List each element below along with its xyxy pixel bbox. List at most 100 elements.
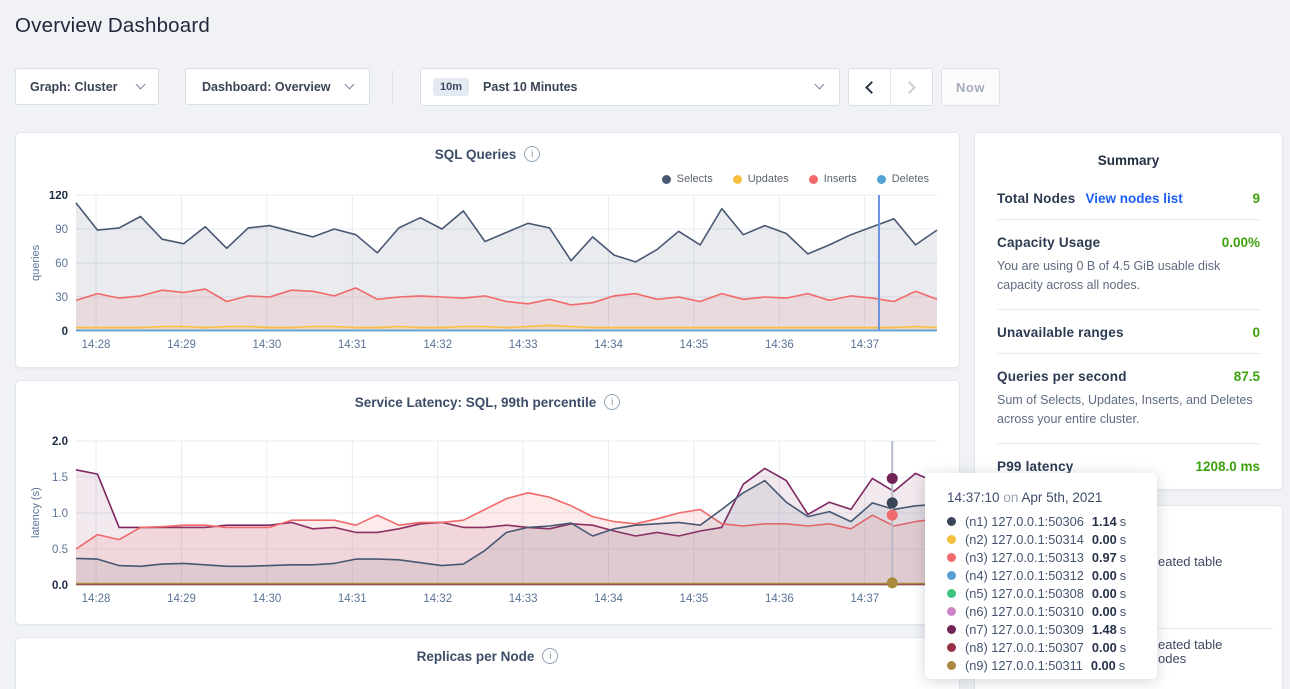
- node-latency-value: 0.00: [1092, 568, 1117, 583]
- service-latency-chart[interactable]: 14:2814:2914:3014:3114:3214:3314:3414:35…: [24, 429, 953, 619]
- node-color-dot: [947, 589, 956, 598]
- node-latency-value: 0.00: [1092, 640, 1117, 655]
- x-tick-label: 14:28: [82, 593, 111, 605]
- summary-row-unavailable-ranges: Unavailable ranges 0: [997, 310, 1260, 354]
- x-tick-label: 14:31: [338, 339, 367, 351]
- x-tick-label: 14:34: [594, 593, 623, 605]
- node-address: (n3) 127.0.0.1:50313: [965, 550, 1084, 565]
- node-latency-value: 0.00: [1092, 604, 1117, 619]
- unavailable-ranges-value: 0: [1252, 325, 1260, 340]
- node-address: (n6) 127.0.0.1:50310: [965, 604, 1084, 619]
- node-color-dot: [947, 661, 956, 670]
- x-tick-label: 14:35: [680, 339, 709, 351]
- info-icon[interactable]: i: [604, 394, 620, 410]
- controls-divider: [392, 70, 393, 103]
- node-color-dot: [947, 535, 956, 544]
- p99-latency-value: 1208.0 ms: [1195, 459, 1260, 474]
- chart-hover-tooltip: 14:37:10 on Apr 5th, 2021 (n1) 127.0.0.1…: [925, 473, 1157, 679]
- info-icon[interactable]: i: [524, 146, 540, 162]
- legend-label: Deletes: [892, 173, 929, 185]
- time-range-label: Past 10 Minutes: [483, 80, 577, 94]
- y-tick-label: 0: [62, 326, 68, 338]
- tooltip-row: (n1) 127.0.0.1:503061.14s: [947, 512, 1137, 530]
- node-address: (n8) 127.0.0.1:50307: [965, 640, 1084, 655]
- event-text-fragment: eated table: [1158, 554, 1222, 569]
- tooltip-time: 14:37:10: [947, 490, 1000, 505]
- graph-selector-label: Graph: Cluster: [30, 80, 118, 94]
- node-latency-value: 0.00: [1091, 658, 1116, 673]
- legend-item-deletes[interactable]: Deletes: [877, 173, 929, 185]
- tooltip-on-word: on: [1003, 490, 1018, 505]
- x-tick-label: 14:36: [765, 339, 794, 351]
- overview-dashboard-page: Overview Dashboard Graph: Cluster Dashbo…: [0, 0, 1290, 689]
- node-latency-value: 0.97: [1092, 550, 1117, 565]
- summary-title: Summary: [975, 153, 1282, 168]
- x-tick-label: 14:32: [423, 339, 452, 351]
- x-tick-label: 14:30: [252, 593, 281, 605]
- node-latency-unit: s: [1120, 514, 1126, 529]
- node-address: (n1) 127.0.0.1:50306: [965, 514, 1084, 529]
- chevron-down-icon: [815, 80, 825, 90]
- summary-row-capacity-usage: Capacity Usage 0.00% You are using 0 B o…: [997, 220, 1260, 310]
- chevron-down-icon: [136, 80, 146, 90]
- time-range-dropdown[interactable]: 10m Past 10 Minutes: [420, 68, 840, 106]
- x-tick-label: 14:33: [509, 339, 538, 351]
- sql-queries-chart-title: SQL Queries: [435, 147, 517, 162]
- node-latency-unit: s: [1120, 550, 1126, 565]
- replicas-chart-title: Replicas per Node: [417, 649, 535, 664]
- dashboard-selector-dropdown[interactable]: Dashboard: Overview: [185, 68, 370, 105]
- node-color-dot: [947, 607, 956, 616]
- chevron-down-icon: [345, 80, 355, 90]
- x-tick-label: 14:33: [509, 593, 538, 605]
- legend-label: Inserts: [824, 173, 857, 185]
- tooltip-row: (n7) 127.0.0.1:503091.48s: [947, 620, 1137, 638]
- y-tick-label: 1.0: [52, 508, 68, 520]
- node-latency-unit: s: [1120, 568, 1126, 583]
- node-color-dot: [947, 517, 956, 526]
- node-address: (n4) 127.0.0.1:50312: [965, 568, 1084, 583]
- legend-dot: [877, 175, 886, 184]
- node-color-dot: [947, 553, 956, 562]
- time-step-back-button[interactable]: [849, 69, 890, 105]
- legend-item-updates[interactable]: Updates: [733, 173, 789, 185]
- x-tick-label: 14:36: [765, 593, 794, 605]
- summary-row-queries-per-second: Queries per second 87.5 Sum of Selects, …: [997, 354, 1260, 444]
- crosshair-dot: [887, 510, 898, 521]
- time-step-buttons: [848, 68, 933, 106]
- crosshair-dot: [887, 473, 898, 484]
- capacity-usage-value: 0.00%: [1222, 235, 1260, 250]
- summary-panel: Summary Total Nodes View nodes list 9 Ca…: [974, 132, 1283, 490]
- graph-selector-dropdown[interactable]: Graph: Cluster: [15, 68, 159, 105]
- replicas-per-node-panel: Replicas per Node i: [15, 637, 960, 689]
- tooltip-row: (n4) 127.0.0.1:50312 0.00s: [947, 566, 1137, 584]
- x-tick-label: 14:28: [82, 339, 111, 351]
- node-latency-unit: s: [1120, 640, 1126, 655]
- total-nodes-label: Total Nodes: [997, 191, 1075, 206]
- x-tick-label: 14:31: [338, 593, 367, 605]
- legend-item-inserts[interactable]: Inserts: [809, 173, 857, 185]
- node-latency-unit: s: [1120, 604, 1126, 619]
- x-tick-label: 14:29: [167, 339, 196, 351]
- legend-item-selects[interactable]: Selects: [662, 173, 713, 185]
- tooltip-date: Apr 5th, 2021: [1021, 490, 1102, 505]
- y-tick-label: 90: [55, 224, 68, 236]
- event-text-fragment: odes: [1158, 651, 1186, 666]
- y-tick-label: 1.5: [52, 472, 68, 484]
- view-nodes-list-link[interactable]: View nodes list: [1085, 191, 1182, 206]
- time-step-forward-button[interactable]: [890, 69, 932, 105]
- queries-per-second-value: 87.5: [1234, 369, 1260, 384]
- capacity-usage-label: Capacity Usage: [997, 235, 1100, 250]
- y-tick-label: 30: [55, 292, 68, 304]
- p99-latency-label: P99 latency: [997, 459, 1074, 474]
- unavailable-ranges-label: Unavailable ranges: [997, 325, 1124, 340]
- node-color-dot: [947, 625, 956, 634]
- tooltip-row: (n6) 127.0.0.1:50310 0.00s: [947, 602, 1137, 620]
- chevron-right-icon: [903, 81, 916, 94]
- tooltip-row: (n3) 127.0.0.1:50313 0.97s: [947, 548, 1137, 566]
- info-icon[interactable]: i: [542, 648, 558, 664]
- sql-queries-chart[interactable]: 14:2814:2914:3014:3114:3214:3314:3414:35…: [24, 191, 953, 361]
- x-tick-label: 14:29: [167, 593, 196, 605]
- now-button[interactable]: Now: [941, 68, 1000, 106]
- node-color-dot: [947, 643, 956, 652]
- y-tick-label: 0.0: [52, 580, 68, 592]
